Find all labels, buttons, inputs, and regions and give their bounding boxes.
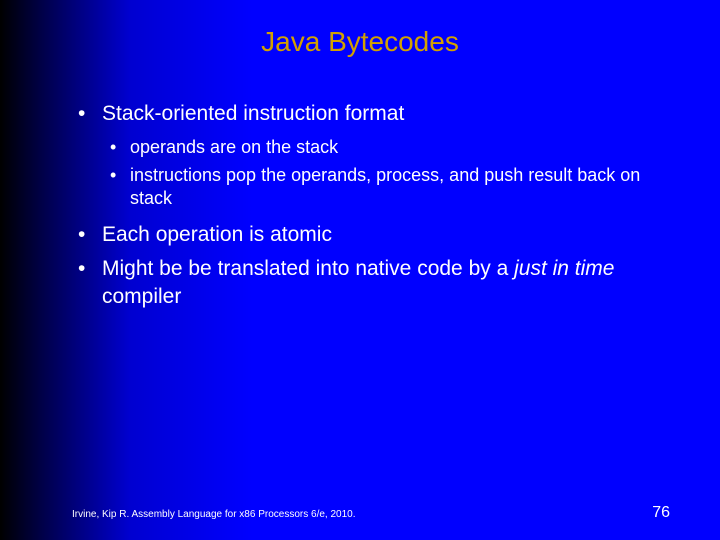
sub-bullet-item: operands are on the stack bbox=[102, 136, 670, 159]
bullet-text-pre: Might be be translated into native code … bbox=[102, 257, 514, 280]
bullet-item: Stack-oriented instruction format operan… bbox=[72, 100, 670, 211]
bullet-text-post: compiler bbox=[102, 285, 181, 308]
footer-citation: Irvine, Kip R. Assembly Language for x86… bbox=[72, 509, 356, 520]
sub-bullet-list: operands are on the stack instructions p… bbox=[102, 136, 670, 210]
bullet-text-emph: just in time bbox=[514, 257, 614, 280]
bullet-item: Might be be translated into native code … bbox=[72, 255, 670, 312]
sub-bullet-item: instructions pop the operands, process, … bbox=[102, 164, 670, 211]
page-number: 76 bbox=[652, 504, 670, 522]
slide-content: Stack-oriented instruction format operan… bbox=[72, 100, 670, 318]
bullet-list: Stack-oriented instruction format operan… bbox=[72, 100, 670, 312]
slide: Java Bytecodes Stack-oriented instructio… bbox=[0, 0, 720, 540]
bullet-item: Each operation is atomic bbox=[72, 221, 670, 249]
bullet-text: Stack-oriented instruction format bbox=[102, 102, 404, 125]
slide-title: Java Bytecodes bbox=[0, 26, 720, 58]
